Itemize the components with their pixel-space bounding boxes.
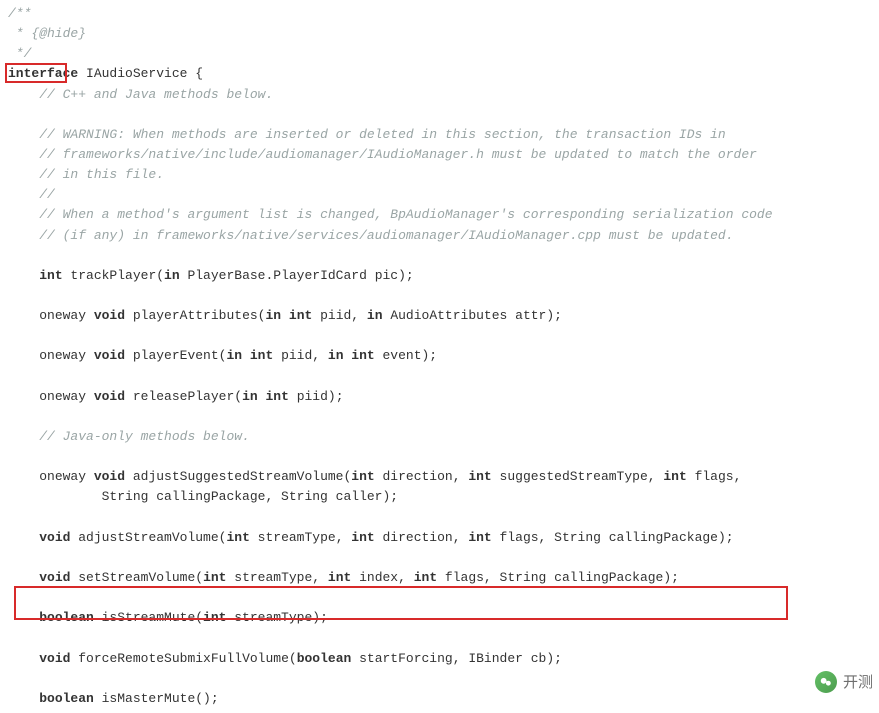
code-line — [8, 588, 871, 608]
code-line — [8, 669, 871, 689]
code-line — [8, 326, 871, 346]
code-line — [8, 407, 871, 427]
code-line: oneway void playerEvent(in int piid, in … — [8, 346, 871, 366]
code-line — [8, 447, 871, 467]
code-line: /** — [8, 4, 871, 24]
code-line: boolean isMasterMute(); — [8, 689, 871, 709]
watermark: 开测 — [815, 671, 873, 694]
code-line: * {@hide} — [8, 24, 871, 44]
code-line: // C++ and Java methods below. — [8, 85, 871, 105]
code-line: String callingPackage, String caller); — [8, 487, 871, 507]
code-line: boolean isStreamMute(int streamType); — [8, 608, 871, 628]
code-line: */ — [8, 44, 871, 64]
code-block: /** * {@hide} */interface IAudioService … — [0, 0, 879, 713]
code-line: void forceRemoteSubmixFullVolume(boolean… — [8, 649, 871, 669]
code-line: interface IAudioService { — [8, 64, 871, 84]
code-line — [8, 508, 871, 528]
code-line — [8, 367, 871, 387]
code-line: // When a method's argument list is chan… — [8, 205, 871, 225]
code-line: // WARNING: When methods are inserted or… — [8, 125, 871, 145]
code-line — [8, 548, 871, 568]
code-line — [8, 246, 871, 266]
code-line: int trackPlayer(in PlayerBase.PlayerIdCa… — [8, 266, 871, 286]
code-line — [8, 286, 871, 306]
code-line — [8, 105, 871, 125]
code-line: oneway void releasePlayer(in int piid); — [8, 387, 871, 407]
watermark-text: 开测 — [843, 671, 873, 694]
code-line: void setStreamVolume(int streamType, int… — [8, 568, 871, 588]
wechat-icon — [815, 671, 837, 693]
code-line: // — [8, 185, 871, 205]
code-line: void adjustStreamVolume(int streamType, … — [8, 528, 871, 548]
code-line: oneway void playerAttributes(in int piid… — [8, 306, 871, 326]
code-line: // frameworks/native/include/audiomanage… — [8, 145, 871, 165]
code-line: oneway void adjustSuggestedStreamVolume(… — [8, 467, 871, 487]
code-line: // Java-only methods below. — [8, 427, 871, 447]
code-line — [8, 628, 871, 648]
code-line: // in this file. — [8, 165, 871, 185]
code-line: // (if any) in frameworks/native/service… — [8, 226, 871, 246]
